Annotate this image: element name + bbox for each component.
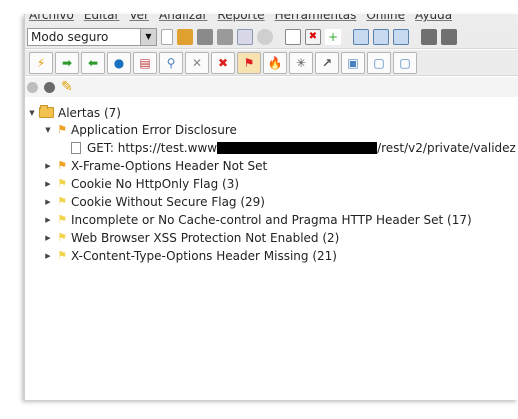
alert-item[interactable]: ▶ ⚑ Cookie No HttpOnly Flag (3)	[43, 175, 239, 192]
collapse-arrow-icon[interactable]: ▶	[43, 216, 53, 224]
circle-icon[interactable]	[27, 81, 38, 93]
folder-icon	[39, 105, 54, 118]
tree-root-label: Alertas (7)	[58, 105, 121, 120]
search-icon[interactable]: ⚲	[159, 51, 183, 74]
stop-icon[interactable]: ✖	[211, 51, 235, 74]
menu-ayuda[interactable]: Ayuda	[415, 14, 452, 25]
menu-analizar[interactable]: Analizar	[159, 14, 207, 25]
panel-dark-2-icon[interactable]	[441, 28, 457, 45]
expand-arrow-icon[interactable]: ▼	[27, 109, 37, 117]
collapse-arrow-icon[interactable]: ▶	[43, 198, 53, 206]
add-icon[interactable]: +	[325, 28, 341, 45]
alert-label: X-Frame-Options Header Not Set	[71, 158, 268, 173]
flag-icon: ⚑	[57, 195, 67, 208]
mode-select-value: Modo seguro	[31, 29, 109, 44]
fire-icon[interactable]: 🔥	[263, 51, 287, 74]
arrow-left-icon[interactable]: ⬅	[81, 51, 105, 74]
close-tab-icon[interactable]: ✖	[305, 28, 321, 45]
scan-icon[interactable]: ↗	[315, 51, 339, 74]
flag-icon: ⚑	[57, 123, 67, 136]
alert-instance[interactable]: GET: https://test.www /rest/v2/private/v…	[71, 139, 516, 156]
tools-toolbar: ⚡ ➡ ⬅ ● ▤ ⚲ ✕ ✖ ⚑ 🔥 ✳ ↗ ▣ ▢ ▢	[25, 50, 518, 76]
tools-icon[interactable]: ✕	[185, 51, 209, 74]
panel-left-icon[interactable]	[353, 28, 369, 45]
open-session-icon[interactable]	[177, 28, 193, 45]
alerts-toolbar: ✎	[25, 77, 518, 97]
expand-arrow-icon[interactable]: ▼	[43, 126, 53, 134]
flag-icon: ⚑	[57, 159, 67, 172]
alert-item[interactable]: ▶ ⚑ X-Frame-Options Header Not Set	[43, 157, 267, 174]
menu-archivo[interactable]: Archivo	[29, 14, 74, 25]
collapse-arrow-icon[interactable]: ▶	[43, 180, 53, 188]
arrow-right-icon[interactable]: ➡	[55, 51, 79, 74]
request-url-prefix: GET: https://test.www	[87, 140, 218, 155]
window-icon[interactable]: ▣	[341, 51, 365, 74]
gear-icon[interactable]	[257, 28, 273, 45]
alert-label: X-Content-Type-Options Header Missing (2…	[71, 248, 337, 263]
tree-root[interactable]: ▼ Alertas (7)	[27, 104, 121, 121]
spider-icon[interactable]: ✳	[289, 51, 313, 74]
new-session-icon[interactable]	[161, 28, 173, 45]
chevron-down-icon[interactable]: ▼	[140, 28, 156, 45]
alert-label: Web Browser XSS Protection Not Enabled (…	[71, 230, 340, 245]
flag-icon: ⚑	[57, 177, 67, 190]
panel-full-icon[interactable]	[393, 28, 409, 45]
snapshot-icon[interactable]	[217, 28, 233, 45]
alert-item[interactable]: ▼ ⚑ Application Error Disclosure	[43, 121, 237, 138]
record-icon[interactable]	[44, 81, 55, 93]
flag-icon: ⚑	[57, 213, 67, 226]
collapse-arrow-icon[interactable]: ▶	[43, 234, 53, 242]
document-icon[interactable]: ▢	[367, 51, 391, 74]
properties-icon[interactable]	[237, 28, 253, 45]
menu-editar[interactable]: Editar	[84, 14, 120, 25]
menu-ver[interactable]: Ver	[129, 14, 149, 25]
globe-icon[interactable]: ●	[107, 51, 131, 74]
zap-window: Archivo Editar Ver Analizar Reporte Herr…	[24, 14, 518, 400]
panel-bottom-icon[interactable]	[373, 28, 389, 45]
lightning-icon[interactable]: ⚡	[29, 51, 53, 74]
alert-label: Cookie No HttpOnly Flag (3)	[71, 176, 240, 191]
calendar-icon[interactable]: ▤	[133, 51, 157, 74]
layout-icon[interactable]	[285, 28, 301, 45]
break-flag-icon[interactable]: ⚑	[237, 51, 261, 74]
panel-dark-icon[interactable]	[421, 28, 437, 45]
alert-label: Incomplete or No Cache-control and Pragm…	[71, 212, 472, 227]
main-toolbar: Modo seguro ▼ ✖ +	[25, 25, 518, 49]
menu-herramientas[interactable]: Herramientas	[275, 14, 357, 25]
alert-item[interactable]: ▶ ⚑ Web Browser XSS Protection Not Enabl…	[43, 229, 339, 246]
alert-label: Cookie Without Secure Flag (29)	[71, 194, 265, 209]
alert-item[interactable]: ▶ ⚑ Incomplete or No Cache-control and P…	[43, 211, 472, 228]
collapse-arrow-icon[interactable]: ▶	[43, 252, 53, 260]
alert-label: Application Error Disclosure	[71, 122, 237, 137]
overflow-icon[interactable]: ▢	[393, 51, 417, 74]
mode-select[interactable]: Modo seguro ▼	[27, 27, 157, 46]
save-session-icon[interactable]	[197, 28, 213, 45]
request-url-suffix: /rest/v2/private/validez	[377, 140, 516, 155]
flag-icon: ⚑	[57, 231, 67, 244]
pencil-icon[interactable]: ✎	[61, 80, 73, 94]
menu-reporte[interactable]: Reporte	[217, 14, 264, 25]
alert-item[interactable]: ▶ ⚑ Cookie Without Secure Flag (29)	[43, 193, 265, 210]
menu-online[interactable]: Online	[366, 14, 405, 25]
collapse-arrow-icon[interactable]: ▶	[43, 162, 53, 170]
alert-item[interactable]: ▶ ⚑ X-Content-Type-Options Header Missin…	[43, 247, 337, 264]
redaction-bar	[217, 141, 378, 154]
flag-icon: ⚑	[57, 249, 67, 262]
menu-bar: Archivo Editar Ver Analizar Reporte Herr…	[25, 14, 518, 25]
document-icon	[71, 141, 81, 154]
